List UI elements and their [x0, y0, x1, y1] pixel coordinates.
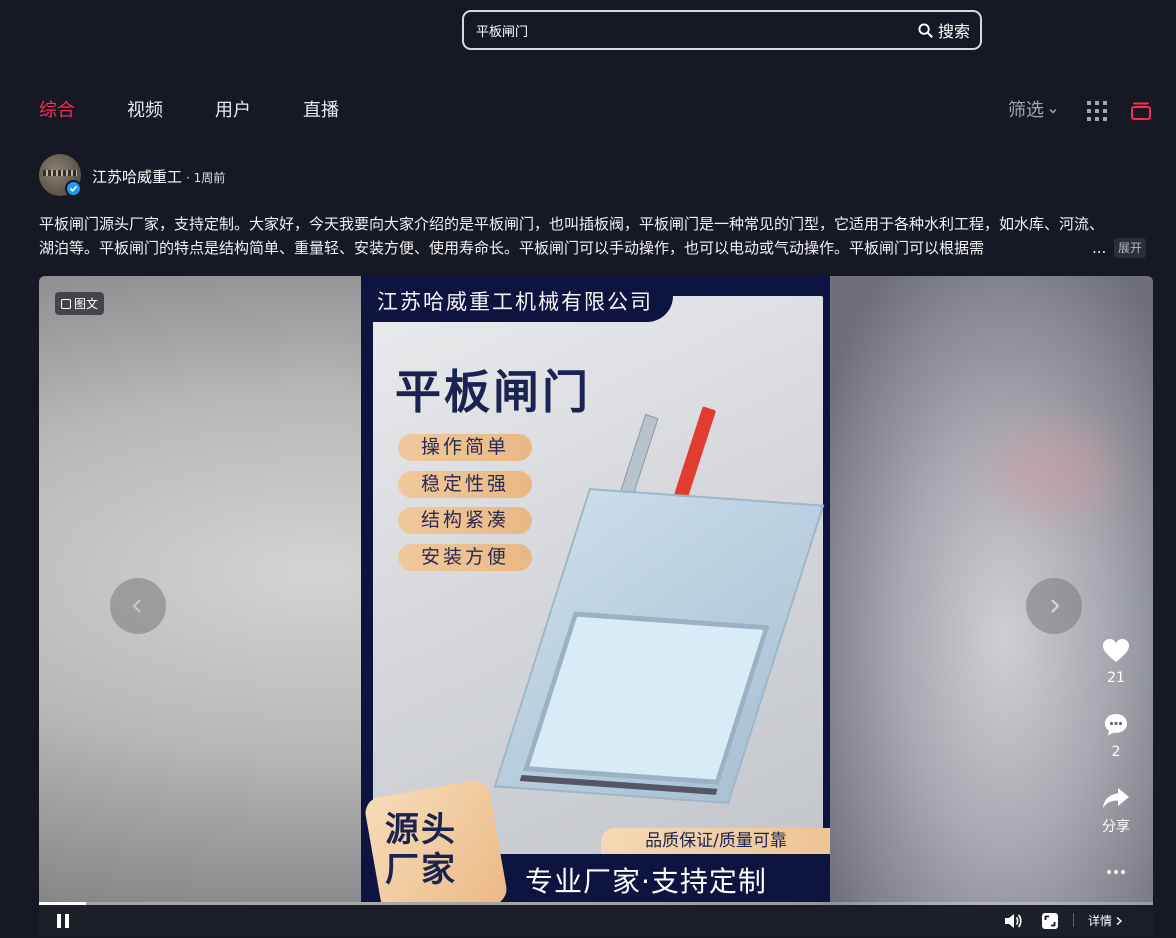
- tab-users[interactable]: 用户: [215, 98, 251, 124]
- search-icon: [918, 22, 933, 38]
- comment-count: 2: [1111, 744, 1121, 760]
- badge-label: 图文: [74, 297, 99, 311]
- grid-view-icon[interactable]: [1087, 101, 1107, 121]
- tab-general[interactable]: 综合: [39, 98, 75, 124]
- post-time: · 1周前: [186, 171, 226, 185]
- quality-tag: 品质保证/质量可靠: [601, 828, 830, 854]
- next-image-button[interactable]: [1026, 578, 1082, 634]
- comment-button[interactable]: 2: [1095, 712, 1137, 760]
- comment-icon: [1105, 714, 1127, 736]
- pause-icon[interactable]: [57, 914, 69, 928]
- player-controls: 详情: [39, 905, 1153, 936]
- images-icon: [61, 298, 71, 309]
- result-tabs: 综合 视频 用户 直播: [39, 98, 391, 124]
- poster-company: 江苏哈威重工机械有限公司: [377, 290, 653, 314]
- verified-icon: [65, 180, 82, 197]
- share-label: 分享: [1102, 819, 1130, 835]
- image-post-badge: 图文: [55, 292, 105, 315]
- volume-icon[interactable]: [1003, 912, 1023, 930]
- search-button[interactable]: 搜索: [918, 18, 980, 42]
- fullscreen-icon[interactable]: [1041, 912, 1059, 930]
- share-button[interactable]: 分享: [1095, 786, 1137, 836]
- expand-button[interactable]: 展开: [1114, 238, 1147, 258]
- search-bar: 搜索: [462, 10, 982, 50]
- media-player[interactable]: 图文 江苏哈威重工机械有限公司 平板闸门 操作简单 稳定性强 结构紧凑 安装方便…: [39, 276, 1153, 936]
- poster-image: 江苏哈威重工机械有限公司 平板闸门 操作简单 稳定性强 结构紧凑 安装方便 源头…: [361, 276, 830, 902]
- chevron-down-icon: [1049, 109, 1057, 114]
- chevron-right-icon: [1051, 599, 1060, 613]
- divider: [1073, 913, 1074, 927]
- chevron-left-icon: [132, 599, 141, 613]
- tab-video[interactable]: 视频: [127, 98, 163, 124]
- feature-pill: 安装方便: [398, 544, 532, 571]
- description-ellipsis: ...: [1092, 239, 1107, 257]
- previous-image-button[interactable]: [110, 578, 166, 634]
- like-count: 21: [1107, 670, 1125, 686]
- single-view-icon[interactable]: [1130, 101, 1152, 121]
- source-badge-text: 源头 厂家: [385, 810, 457, 890]
- poster-slogan: 专业厂家·支持定制: [525, 865, 767, 898]
- feature-pill: 稳定性强: [398, 471, 532, 498]
- search-button-label: 搜索: [937, 22, 970, 41]
- author-line: 江苏哈威重工 · 1周前: [92, 166, 225, 187]
- feature-pill: 操作简单: [398, 434, 532, 461]
- filter-button[interactable]: 筛选: [1008, 98, 1058, 124]
- tab-live[interactable]: 直播: [303, 98, 339, 124]
- more-button[interactable]: [1095, 860, 1137, 879]
- post-description: 平板闸门源头厂家，支持定制。大家好，今天我要向大家介绍的是平板闸门，也叫插板阀，…: [39, 215, 1105, 257]
- details-label: 详情: [1088, 914, 1113, 928]
- like-button[interactable]: 21: [1095, 638, 1137, 686]
- filter-label: 筛选: [1008, 100, 1044, 121]
- more-icon: [1107, 870, 1125, 874]
- chevron-right-icon: [1116, 916, 1123, 925]
- author-name[interactable]: 江苏哈威重工: [92, 166, 182, 187]
- share-icon: [1103, 788, 1129, 808]
- details-button[interactable]: 详情: [1088, 912, 1123, 929]
- poster-title: 平板闸门: [395, 365, 591, 419]
- heart-icon: [1103, 639, 1129, 662]
- feature-pill: 结构紧凑: [398, 507, 532, 534]
- search-input[interactable]: [464, 12, 918, 48]
